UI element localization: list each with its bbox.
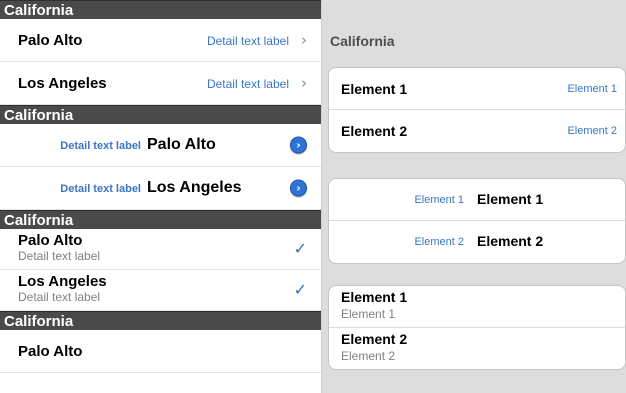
section-header: California bbox=[0, 0, 321, 19]
table-row[interactable]: Element 2 Element 2 bbox=[329, 221, 625, 263]
detail-disclosure-icon[interactable]: › bbox=[290, 179, 307, 197]
cell-detail: Detail text label bbox=[206, 34, 289, 48]
cell-detail: Element 2 bbox=[567, 125, 617, 137]
grouped-section: Element 1 Element 1 Element 2 Element 2 bbox=[328, 178, 626, 264]
cell-title: Element 2 bbox=[341, 123, 408, 139]
cell-detail: Detail text label bbox=[206, 77, 289, 91]
cell-title: Palo Alto bbox=[18, 32, 83, 49]
cell-subtitle: Element 2 bbox=[341, 349, 396, 363]
table-row[interactable]: Los Angeles Detail text label ✓ bbox=[0, 270, 321, 311]
plain-table-view: California Palo Alto Detail text label ›… bbox=[0, 0, 321, 393]
table-row[interactable]: Palo Alto Detail text label › bbox=[0, 19, 321, 62]
section-header: California bbox=[0, 311, 321, 330]
cell-title: Element 1 bbox=[341, 289, 408, 305]
cell-title: Los Angeles bbox=[18, 273, 107, 290]
cell-subtitle: Detail text label bbox=[18, 249, 101, 263]
cell-detail: Element 2 bbox=[414, 236, 464, 248]
cell-detail: Element 1 bbox=[414, 194, 464, 206]
cell-title: Element 1 bbox=[477, 191, 544, 207]
detail-disclosure-icon[interactable]: › bbox=[290, 136, 307, 154]
cell-title: Element 1 bbox=[341, 81, 408, 97]
table-row[interactable]: Detail text label Los Angeles › bbox=[0, 167, 321, 210]
checkmark-icon: ✓ bbox=[293, 239, 307, 258]
cell-detail: Detail text label bbox=[60, 140, 141, 152]
table-row[interactable]: Element 2 Element 2 bbox=[329, 328, 625, 369]
cell-subtitle: Detail text label bbox=[18, 290, 101, 304]
table-row[interactable]: Element 2 Element 2 bbox=[329, 110, 625, 152]
cell-detail: Detail text label bbox=[60, 183, 141, 195]
cell-title: Palo Alto bbox=[18, 343, 83, 360]
table-row[interactable]: Los Angeles Detail text label › bbox=[0, 62, 321, 105]
cell-title: Element 2 bbox=[341, 331, 408, 347]
group-section-title: California bbox=[330, 33, 395, 49]
grouped-table-view: California Element 1 Element 1 Element 2… bbox=[322, 0, 626, 393]
table-row[interactable]: Element 1 Element 1 bbox=[329, 286, 625, 328]
chevron-right-icon: › bbox=[301, 31, 307, 49]
table-row[interactable]: Palo Alto Detail text label ✓ bbox=[0, 229, 321, 270]
cell-title: Los Angeles bbox=[18, 75, 107, 92]
section-header: California bbox=[0, 105, 321, 124]
grouped-section: Element 1 Element 1 Element 2 Element 2 bbox=[328, 285, 626, 370]
cell-subtitle: Element 1 bbox=[341, 307, 396, 321]
cell-title: Los Angeles bbox=[147, 179, 242, 196]
cell-title: Palo Alto bbox=[147, 136, 216, 153]
checkmark-icon: ✓ bbox=[293, 280, 307, 299]
grouped-section: Element 1 Element 1 Element 2 Element 2 bbox=[328, 67, 626, 153]
table-row[interactable]: Element 1 Element 1 bbox=[329, 179, 625, 221]
cell-title: Element 2 bbox=[477, 233, 544, 249]
cell-title: Palo Alto bbox=[18, 232, 83, 249]
table-row[interactable]: Element 1 Element 1 bbox=[329, 68, 625, 110]
chevron-right-icon: › bbox=[301, 74, 307, 92]
table-row[interactable]: Palo Alto bbox=[0, 330, 321, 373]
table-row[interactable]: Detail text label Palo Alto › bbox=[0, 124, 321, 167]
section-header: California bbox=[0, 210, 321, 229]
cell-detail: Element 1 bbox=[567, 83, 617, 95]
